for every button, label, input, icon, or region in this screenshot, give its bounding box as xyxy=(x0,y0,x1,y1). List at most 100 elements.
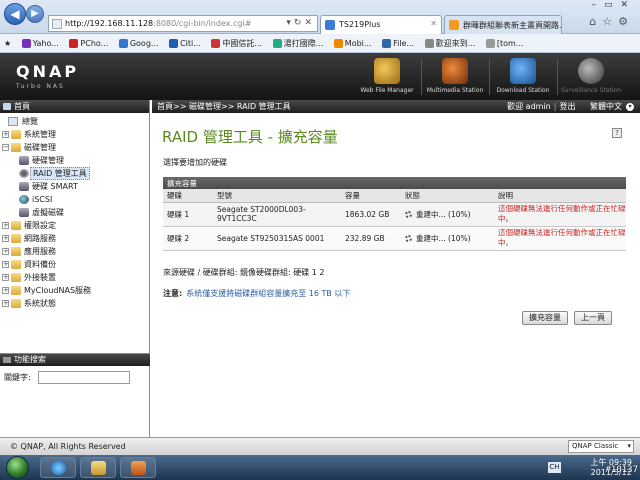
instruction-text: 選擇要增加的硬碟 xyxy=(163,158,227,167)
taskbar-media-button[interactable] xyxy=(120,457,156,478)
model-cell: Seagate ST9250315AS 0001 xyxy=(213,226,341,251)
sidebar-item-mycloudnas[interactable]: + MyCloudNAS服務 xyxy=(0,284,149,297)
expand-icon[interactable]: + xyxy=(2,261,9,268)
favorite-link[interactable]: File... xyxy=(378,34,418,52)
status-cell: 重建中... (10%) xyxy=(401,202,494,227)
expand-icon[interactable]: + xyxy=(2,287,9,294)
address-text[interactable]: http://192.168.11.128:8080/cgi-bin/index… xyxy=(65,19,251,28)
previous-page-button[interactable]: 上一頁 xyxy=(574,311,612,325)
sidebar-item-disk-management[interactable]: − 磁碟管理 xyxy=(0,141,149,154)
expand-icon[interactable]: + xyxy=(2,300,9,307)
smart-icon xyxy=(19,182,29,191)
keyword-label: 關鍵字: xyxy=(4,373,31,382)
sidebar-item-raid-tool[interactable]: RAID 管理工具 xyxy=(0,167,149,180)
download-station-icon xyxy=(510,58,536,84)
favorite-link[interactable]: PCho... xyxy=(65,34,112,52)
sidebar-item-overview[interactable]: 總覽 xyxy=(0,115,149,128)
note-cell: 這個硬碟無法進行任何動作或正在忙碌中。 xyxy=(494,202,626,227)
collapse-icon[interactable]: − xyxy=(2,144,9,151)
expand-icon[interactable]: + xyxy=(2,131,9,138)
expand-icon[interactable]: + xyxy=(2,235,9,242)
forward-button[interactable]: ▶ xyxy=(26,5,44,23)
favorite-link[interactable]: 中國信託... xyxy=(207,34,266,52)
disk-icon xyxy=(19,156,29,165)
expand-capacity-button[interactable]: 擴充容量 xyxy=(522,311,568,325)
spinner-icon xyxy=(405,235,412,242)
column-header: 硬碟 xyxy=(163,189,213,203)
favicon-icon xyxy=(325,20,335,30)
sidebar-item-virtual-disk[interactable]: 虛擬磁碟 xyxy=(0,206,149,219)
language-selector[interactable]: 繁體中文 xyxy=(590,102,622,111)
note-text: 注意: 系統僅支援將磁碟群組容量擴充至 16 TB 以下 xyxy=(163,289,351,298)
favorite-link[interactable]: Yaho... xyxy=(18,34,63,52)
page-icon xyxy=(52,19,62,29)
virtual-disk-icon xyxy=(19,208,29,217)
folder-icon xyxy=(11,221,21,230)
favorites-star-icon[interactable]: ★ xyxy=(0,34,15,52)
overview-icon xyxy=(8,117,18,126)
close-tab-icon[interactable]: ✕ xyxy=(550,19,557,28)
start-button[interactable] xyxy=(6,456,29,479)
language-indicator[interactable]: CH xyxy=(548,462,561,473)
iscsi-icon xyxy=(19,195,29,204)
taskbar-ie-button[interactable] xyxy=(40,457,76,478)
help-icon[interactable]: ? xyxy=(612,128,622,138)
back-button[interactable]: ◀ xyxy=(4,3,26,25)
sidebar-item-privileges[interactable]: + 權限設定 xyxy=(0,219,149,232)
keyword-input[interactable] xyxy=(38,371,130,384)
folder-icon xyxy=(11,260,21,269)
logout-link[interactable]: 登出 xyxy=(559,102,575,111)
expand-icon[interactable]: + xyxy=(2,222,9,229)
disk-cell: 硬碟 2 xyxy=(163,226,213,251)
favorite-link[interactable]: 湯打國際... xyxy=(269,34,328,52)
favorite-link[interactable]: [tom... xyxy=(482,34,528,52)
disk-cell: 硬碟 1 xyxy=(163,202,213,227)
qnap-header: QNAP Turbo NAS Web File Manager Multimed… xyxy=(0,53,640,100)
sidebar-item-system[interactable]: + 系統管理 xyxy=(0,128,149,141)
sidebar-item-iscsi[interactable]: iSCSI xyxy=(0,193,149,206)
capacity-cell: 1863.02 GB xyxy=(341,202,401,227)
source-disk-text: 來源硬碟 / 硬碟群組: 鏡像硬碟群組: 硬碟 1 2 xyxy=(163,268,325,277)
home-favorites-tools-icons[interactable]: ⌂☆⚙ xyxy=(589,15,634,28)
sidebar-item-system-status[interactable]: + 系統狀態 xyxy=(0,297,149,310)
close-tab-icon[interactable]: ✕ xyxy=(430,19,437,28)
media-player-icon xyxy=(131,461,146,475)
disk-table: 擴充容量 硬碟 型號 容量 狀態 說明 硬碟 1 Seagate ST2000D… xyxy=(163,177,626,251)
folder-icon xyxy=(11,273,21,282)
folder-icon xyxy=(11,286,21,295)
favorite-link[interactable]: 歡迎來到... xyxy=(421,34,480,52)
sidebar-item-network-services[interactable]: + 網路服務 xyxy=(0,232,149,245)
language-dropdown-icon[interactable]: ▾ xyxy=(626,102,634,111)
expand-icon[interactable]: + xyxy=(2,274,9,281)
refresh-stop-icons[interactable]: ▾↻✕ xyxy=(286,18,315,28)
sidebar-item-hdd-smart[interactable]: 硬碟 SMART xyxy=(0,180,149,193)
sidebar-item-external-devices[interactable]: + 外接裝置 xyxy=(0,271,149,284)
favorite-link[interactable]: Goog... xyxy=(115,34,163,52)
download-station-button[interactable]: Download Station xyxy=(492,56,554,100)
status-cell: 重建中... (10%) xyxy=(401,226,494,251)
qnap-logo-subtitle: Turbo NAS xyxy=(16,83,65,90)
sidebar-item-backup[interactable]: + 資料備份 xyxy=(0,258,149,271)
surveillance-station-button[interactable]: Surveillance Station xyxy=(560,56,622,100)
watermark: #10137 xyxy=(605,465,638,475)
favorite-link[interactable]: Mobi... xyxy=(330,34,376,52)
tab-ts219plus[interactable]: TS219Plus ✕ xyxy=(320,15,442,34)
taskbar-explorer-button[interactable] xyxy=(80,457,116,478)
favorite-link[interactable]: Citi... xyxy=(165,34,205,52)
expand-icon[interactable]: + xyxy=(2,248,9,255)
sidebar-item-hdd-management[interactable]: 硬碟管理 xyxy=(0,154,149,167)
sidebar: 首頁 總覽 + 系統管理 − 磁碟管理 硬碟管理 RAID 管理工具 硬碟 SM… xyxy=(0,100,150,437)
qnap-logo: QNAP xyxy=(16,62,80,81)
footer: © QNAP, All Rights Reserved QNAP Classic… xyxy=(0,437,640,455)
web-file-manager-button[interactable]: Web File Manager xyxy=(356,56,418,100)
window-controls[interactable]: –▭✕ xyxy=(591,0,636,10)
user-area: 歡迎 admin | 登出 繁體中文 ▾ xyxy=(507,100,634,113)
multimedia-station-button[interactable]: Multimedia Station xyxy=(424,56,486,100)
theme-select[interactable]: QNAP Classic ▾ xyxy=(568,440,634,453)
sidebar-item-applications[interactable]: + 應用服務 xyxy=(0,245,149,258)
address-bar[interactable]: http://192.168.11.128:8080/cgi-bin/index… xyxy=(48,15,318,32)
model-cell: Seagate ST2000DL003-9VT1CC3C xyxy=(213,202,341,227)
tab-forum[interactable]: 群暉群組聯表新主畫頁開路... ✕ xyxy=(444,15,562,34)
folder-icon xyxy=(11,234,21,243)
home-icon xyxy=(3,103,11,110)
